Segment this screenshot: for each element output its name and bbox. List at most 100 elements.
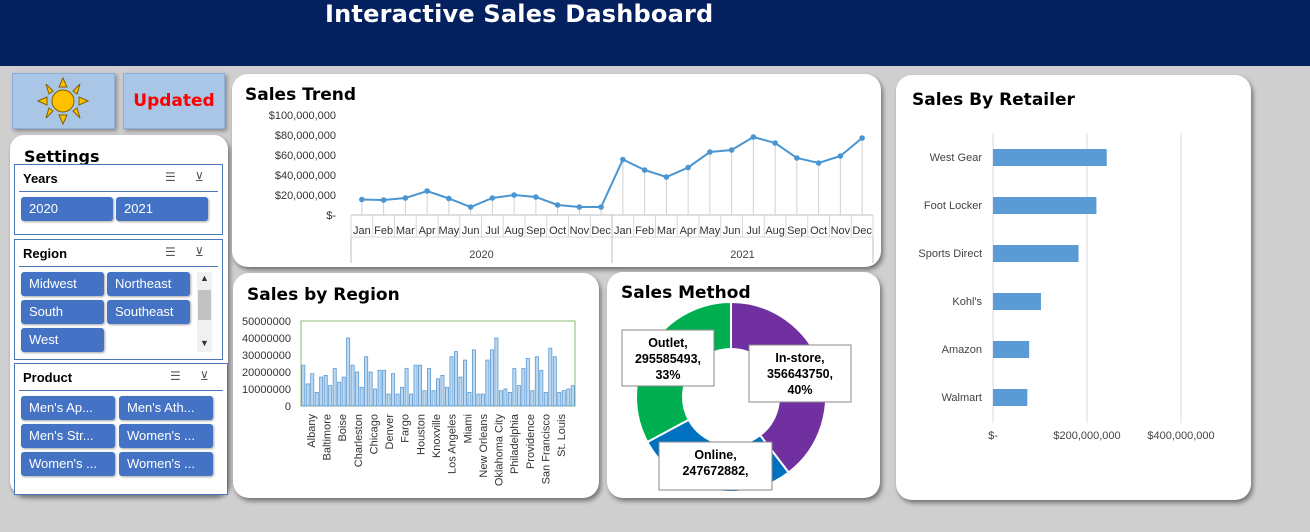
slicer-item-mens-athletic[interactable]: Men's Ath...: [119, 396, 213, 420]
region-bar: [395, 393, 400, 407]
slicer-item-womens-3[interactable]: Women's ...: [119, 452, 213, 476]
x-tick-label: $400,000,000: [1147, 430, 1214, 442]
slicer-item-mens-street[interactable]: Men's Str...: [21, 424, 115, 448]
x-tick-label: Oct: [810, 225, 827, 237]
slicer-item-2021[interactable]: 2021: [116, 197, 208, 221]
product-slicer-title: Product: [23, 370, 73, 385]
x-tick-label: May: [438, 225, 459, 237]
data-point: [815, 160, 822, 166]
slicer-item-west[interactable]: West: [21, 328, 104, 352]
region-bar: [404, 368, 409, 407]
slicer-item-midwest[interactable]: Midwest: [21, 272, 104, 296]
sun-icon: [36, 76, 90, 126]
sales-method-chart: Outlet, 295585493, 33% In-store, 356643750, 4…: [621, 300, 852, 493]
clear-filter-icon[interactable]: ⊻: [195, 170, 204, 184]
region-bar: [507, 392, 512, 407]
x-tick-label: Aug: [765, 225, 785, 237]
slicer-item-2020[interactable]: 2020: [21, 197, 113, 221]
retailer-bar: [993, 389, 1028, 406]
y-tick-label: $-: [326, 210, 336, 222]
y-tick-label: 0: [285, 401, 291, 413]
clear-filter-icon[interactable]: ⊻: [200, 369, 209, 383]
retailer-bar: [993, 293, 1041, 310]
instore-label-text: In-store,: [775, 351, 824, 365]
region-bar: [566, 388, 571, 407]
data-point: [663, 174, 670, 180]
retailer-label: Amazon: [942, 344, 982, 356]
region-bar: [516, 385, 521, 407]
slicer-item-womens-2[interactable]: Women's ...: [21, 452, 115, 476]
x-tick-label: Nov: [831, 225, 851, 237]
scroll-up-icon[interactable]: ▲: [200, 273, 209, 283]
data-point: [794, 155, 800, 161]
region-slicer-title: Region: [23, 246, 68, 261]
region-bar: [386, 393, 391, 407]
region-bar: [480, 393, 485, 407]
multi-select-icon[interactable]: ☰: [165, 245, 176, 259]
slicer-item-womens-1[interactable]: Women's ...: [119, 424, 213, 448]
city-label: St. Louis: [556, 414, 568, 457]
region-bar: [346, 337, 351, 407]
sun-button[interactable]: [12, 73, 115, 129]
settings-panel: Settings Years ☰ ⊻ 2020 2021 Region ☰ ⊻ …: [10, 135, 228, 495]
x-tick-label: Jul: [485, 225, 499, 237]
x-tick-label: Jul: [746, 225, 760, 237]
x-tick-label: Sep: [787, 225, 807, 237]
region-bar: [476, 393, 481, 407]
data-point: [554, 202, 561, 208]
multi-select-icon[interactable]: ☰: [170, 369, 181, 383]
region-scrollbar[interactable]: ▲ ▼: [197, 272, 212, 352]
region-bar: [489, 349, 494, 407]
dashboard-banner: Interactive Sales Dashboard: [0, 0, 1310, 66]
y-tick-label: $20,000,000: [275, 190, 336, 202]
region-bar: [391, 373, 396, 407]
city-label: Baltimore: [321, 414, 333, 460]
region-bar: [337, 381, 342, 407]
data-point: [750, 134, 757, 140]
city-label: Denver: [384, 414, 396, 450]
scroll-thumb[interactable]: [198, 290, 211, 320]
region-bar: [525, 358, 530, 407]
scroll-down-icon[interactable]: ▼: [200, 338, 209, 348]
region-bar: [543, 392, 548, 407]
sales-by-region-card: Sales by Region 50000000 40000000 30000000…: [233, 273, 599, 498]
y-tick-label: $60,000,000: [275, 150, 336, 162]
region-bar: [373, 388, 378, 407]
data-point: [424, 188, 430, 194]
region-bar: [382, 369, 387, 407]
outlet-label-text: 33%: [655, 368, 680, 382]
region-bar: [364, 356, 369, 407]
slicer-item-southeast[interactable]: Southeast: [107, 300, 190, 324]
region-bar: [539, 369, 544, 407]
data-point: [533, 194, 539, 200]
slicer-item-south[interactable]: South: [21, 300, 104, 324]
years-slicer: Years ☰ ⊻ 2020 2021: [14, 164, 223, 235]
x-tick-label: Jun: [462, 225, 480, 237]
region-bar: [534, 356, 539, 407]
region-slicer-header: Region ☰ ⊻: [19, 240, 218, 267]
region-bar: [368, 371, 373, 407]
slicer-item-mens-apparel[interactable]: Men's Ap...: [21, 396, 115, 420]
slicer-item-northeast[interactable]: Northeast: [107, 272, 190, 296]
region-bar: [418, 364, 423, 407]
updated-button[interactable]: Updated: [123, 73, 225, 129]
region-bar: [471, 349, 476, 407]
y-tick-label: $40,000,000: [275, 170, 336, 182]
product-slicer: Product ☰ ⊻ Men's Ap... Men's Ath... Men…: [14, 363, 228, 495]
region-bar: [512, 368, 517, 407]
retailer-bar: [993, 149, 1107, 166]
region-bar: [400, 386, 405, 407]
region-bar: [305, 383, 310, 407]
clear-filter-icon[interactable]: ⊻: [195, 245, 204, 259]
region-bar: [530, 390, 535, 407]
data-point: [446, 195, 452, 202]
region-bar: [341, 376, 346, 407]
instore-label-text: 356643750,: [767, 367, 833, 381]
x-group-label: 2021: [730, 249, 754, 261]
region-bar: [449, 356, 454, 407]
multi-select-icon[interactable]: ☰: [165, 170, 176, 184]
retailer-label: Walmart: [941, 392, 982, 404]
x-tick-label: Apr: [680, 225, 697, 237]
region-bar: [548, 347, 553, 407]
x-tick-label: Nov: [570, 225, 590, 237]
